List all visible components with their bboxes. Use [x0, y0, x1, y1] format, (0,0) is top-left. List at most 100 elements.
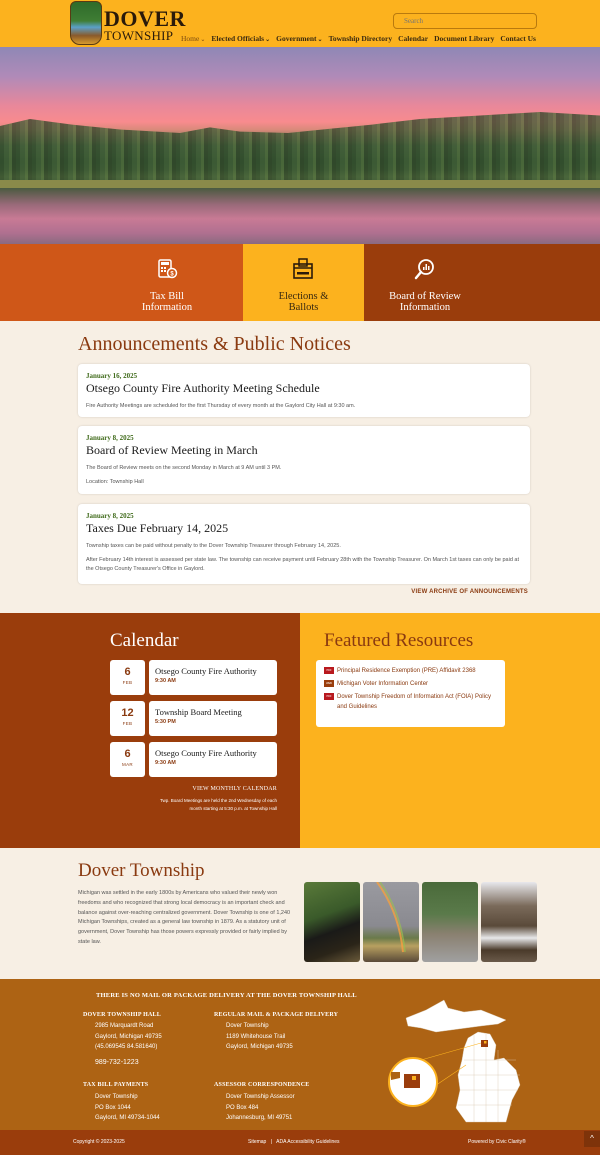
address-line: 1189 Whitehouse Trail	[226, 1033, 286, 1040]
address-line: Dover Township	[95, 1094, 138, 1100]
no-mail-notice: THERE IS NO MAIL OR PACKAGE DELIVERY AT …	[96, 992, 357, 999]
footer-heading-tax: TAX BILL PAYMENTS	[83, 1082, 149, 1088]
magnifier-chart-icon	[414, 259, 434, 280]
announcement-date: January 8, 2025	[86, 434, 134, 442]
event-month: MAR	[122, 762, 133, 767]
quick-link-elections-label-1: Elections &	[278, 291, 329, 302]
view-archive-link[interactable]: VIEW ARCHIVE OF ANNOUNCEMENTS	[390, 589, 528, 595]
announcement-text: After February 14th interest is assessed…	[86, 557, 519, 572]
event-date[interactable]: 12 FEB	[110, 701, 145, 736]
ada-link[interactable]: ADA Accessibility Guidelines	[276, 1139, 339, 1145]
address-line: 2985 Marquardt Road	[95, 1023, 154, 1029]
phone-link[interactable]: 989-732-1223	[95, 1058, 162, 1069]
chevron-down-icon: ⌄	[317, 37, 323, 43]
event-item[interactable]: Otsego County Fire Authority 9:30 AM	[149, 742, 277, 777]
view-monthly-calendar-link[interactable]: VIEW MONTHLY CALENDAR	[150, 786, 277, 792]
event-item[interactable]: Township Board Meeting 5:30 PM	[149, 701, 277, 736]
event-month: FEB	[122, 680, 133, 685]
quick-link-tax-bill-label-1: Tax Bill	[150, 291, 184, 302]
quick-links: $ Tax Bill Information Elections & Ballo…	[0, 244, 600, 321]
nav-calendar[interactable]: Calendar	[398, 34, 428, 43]
footer-links: Sitemap | ADA Accessibility Guidelines	[248, 1139, 340, 1145]
nav-elected-officials[interactable]: Elected Officials⌄	[211, 34, 270, 43]
nav-home[interactable]: Home⌄	[181, 34, 205, 43]
photo-rainbow[interactable]	[363, 881, 419, 962]
copyright: Copyright © 2023-2025	[73, 1139, 125, 1145]
calculator-icon: $	[158, 259, 178, 279]
hero-grass	[0, 180, 600, 188]
logo-text-township[interactable]: TOWNSHIP	[104, 29, 173, 42]
quick-link-board-label-1: Board of Review	[389, 291, 461, 302]
event-month: FEB	[122, 721, 133, 726]
search-input[interactable]	[393, 13, 537, 29]
photo-black-bear[interactable]	[304, 882, 360, 962]
announcement-card[interactable]: January 16, 2025 Otsego County Fire Auth…	[78, 364, 530, 417]
ballot-box-icon	[293, 258, 313, 279]
event-day: 6	[124, 666, 131, 678]
resource-link[interactable]: Principal Residence Exemption (PRE) Affi…	[337, 666, 476, 676]
event-time: 9:30 AM	[155, 678, 176, 684]
nav-contact-us[interactable]: Contact Us	[500, 34, 536, 43]
powered-by-link[interactable]: Powered by Civic Clarity®	[468, 1139, 526, 1145]
resource-item[interactable]: PDF Principal Residence Exemption (PRE) …	[324, 666, 497, 676]
footer-heading-mail: REGULAR MAIL & PACKAGE DELIVERY	[214, 1012, 339, 1018]
address-line: Gaylord, MI 49734-1044	[95, 1115, 160, 1121]
calendar-note: Twp. Board Meetings are held the 2nd Wed…	[130, 797, 277, 813]
resource-item[interactable]: PDF Dover Township Freedom of Informatio…	[324, 692, 497, 712]
photo-snowy-river[interactable]	[481, 882, 537, 962]
pdf-icon: PDF	[324, 693, 334, 700]
coordinates-link[interactable]: (45.069545 84.581640)	[95, 1042, 162, 1053]
chevron-down-icon: ⌄	[200, 37, 206, 43]
nav-elected-officials-label: Elected Officials	[211, 34, 265, 43]
address-line: PO Box 484	[226, 1104, 259, 1111]
site-header: DOVER TOWNSHIP Home⌄ Elected Officials⌄ …	[0, 0, 600, 47]
event-date[interactable]: 6 FEB	[110, 660, 145, 695]
announcement-date: January 8, 2025	[86, 512, 134, 520]
footer-heading-hall: DOVER TOWNSHIP HALL	[83, 1012, 161, 1018]
event-item[interactable]: Otsego County Fire Authority 9:30 AM	[149, 660, 277, 695]
announcement-card[interactable]: January 8, 2025 Board of Review Meeting …	[78, 426, 530, 494]
nav-township-directory[interactable]: Township Directory	[329, 34, 393, 43]
web-icon: WEB	[324, 680, 334, 687]
footer-address-hall: 2985 Marquardt Road Gaylord, Michigan 49…	[95, 1021, 162, 1068]
township-logo-emblem[interactable]	[70, 1, 102, 45]
calendar-note-line: Twp. Board Meetings are held the 2nd Wed…	[160, 798, 277, 803]
announcement-text: Township taxes can be paid without penal…	[86, 543, 341, 549]
resources-list: PDF Principal Residence Exemption (PRE) …	[316, 660, 505, 727]
chevron-down-icon: ⌄	[265, 37, 271, 43]
quick-link-elections[interactable]: Elections & Ballots	[243, 244, 364, 321]
footer-heading-assessor: ASSESSOR CORRESPONDENCE	[214, 1082, 310, 1088]
announcement-title[interactable]: Taxes Due February 14, 2025	[86, 521, 522, 536]
hero-treeline	[0, 112, 600, 182]
announcement-text: Fire Authority Meetings are scheduled fo…	[86, 403, 356, 409]
address-line: Johannesburg, MI 49751	[226, 1115, 293, 1121]
address-line: Dover Township	[226, 1023, 269, 1029]
about-heading: Dover Township	[78, 860, 205, 881]
address-line: Gaylord, Michigan 49735	[95, 1033, 162, 1040]
hero-image	[0, 47, 600, 244]
announcement-title[interactable]: Board of Review Meeting in March	[86, 443, 522, 458]
resource-item[interactable]: WEB Michigan Voter Information Center	[324, 679, 497, 689]
nav-document-library[interactable]: Document Library	[434, 34, 494, 43]
michigan-map-icon	[388, 999, 521, 1123]
logo-text-dover[interactable]: DOVER	[104, 8, 186, 30]
nav-government[interactable]: Government⌄	[276, 34, 322, 43]
calendar-note-line: month starting at 5:30 p.m. at Township …	[189, 806, 277, 811]
address-line: Gaylord, Michigan 49735	[226, 1044, 293, 1050]
main-nav: Home⌄ Elected Officials⌄ Government⌄ Tow…	[181, 34, 542, 43]
announcement-card[interactable]: January 8, 2025 Taxes Due February 14, 2…	[78, 504, 530, 584]
quick-link-tax-bill[interactable]: $ Tax Bill Information	[0, 244, 243, 321]
announcement-title[interactable]: Otsego County Fire Authority Meeting Sch…	[86, 381, 522, 396]
back-to-top-button[interactable]: ^	[584, 1131, 600, 1147]
quick-link-board-of-review[interactable]: Board of Review Information	[364, 244, 600, 321]
sitemap-link[interactable]: Sitemap	[248, 1139, 266, 1145]
resource-link[interactable]: Michigan Voter Information Center	[337, 679, 428, 689]
event-time: 5:30 PM	[155, 719, 176, 725]
event-date[interactable]: 6 MAR	[110, 742, 145, 777]
resources-heading: Featured Resources	[324, 630, 474, 651]
nav-government-label: Government	[276, 34, 317, 43]
calendar-heading: Calendar	[110, 630, 179, 651]
photo-elk[interactable]	[422, 882, 478, 962]
announcement-date: January 16, 2025	[86, 372, 138, 380]
resource-link[interactable]: Dover Township Freedom of Information Ac…	[337, 692, 497, 712]
